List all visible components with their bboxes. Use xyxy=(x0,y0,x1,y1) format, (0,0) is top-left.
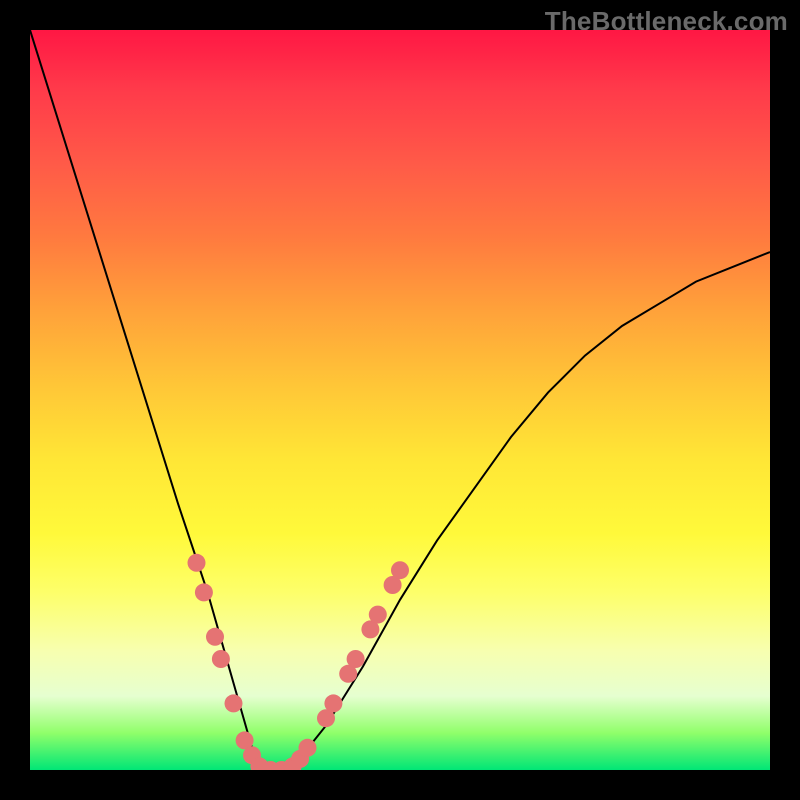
highlight-dot xyxy=(369,606,387,624)
bottleneck-curve xyxy=(30,30,770,770)
highlight-dot xyxy=(299,739,317,757)
highlight-dot xyxy=(206,628,224,646)
highlight-dots xyxy=(188,554,410,770)
highlight-dot xyxy=(324,694,342,712)
highlight-dot xyxy=(195,583,213,601)
chart-frame: TheBottleneck.com xyxy=(0,0,800,800)
plot-area xyxy=(30,30,770,770)
highlight-dot xyxy=(212,650,230,668)
highlight-dot xyxy=(188,554,206,572)
highlight-dot xyxy=(225,694,243,712)
highlight-dot xyxy=(391,561,409,579)
highlight-dot xyxy=(347,650,365,668)
bottleneck-curve-path xyxy=(30,30,770,770)
curve-layer xyxy=(30,30,770,770)
